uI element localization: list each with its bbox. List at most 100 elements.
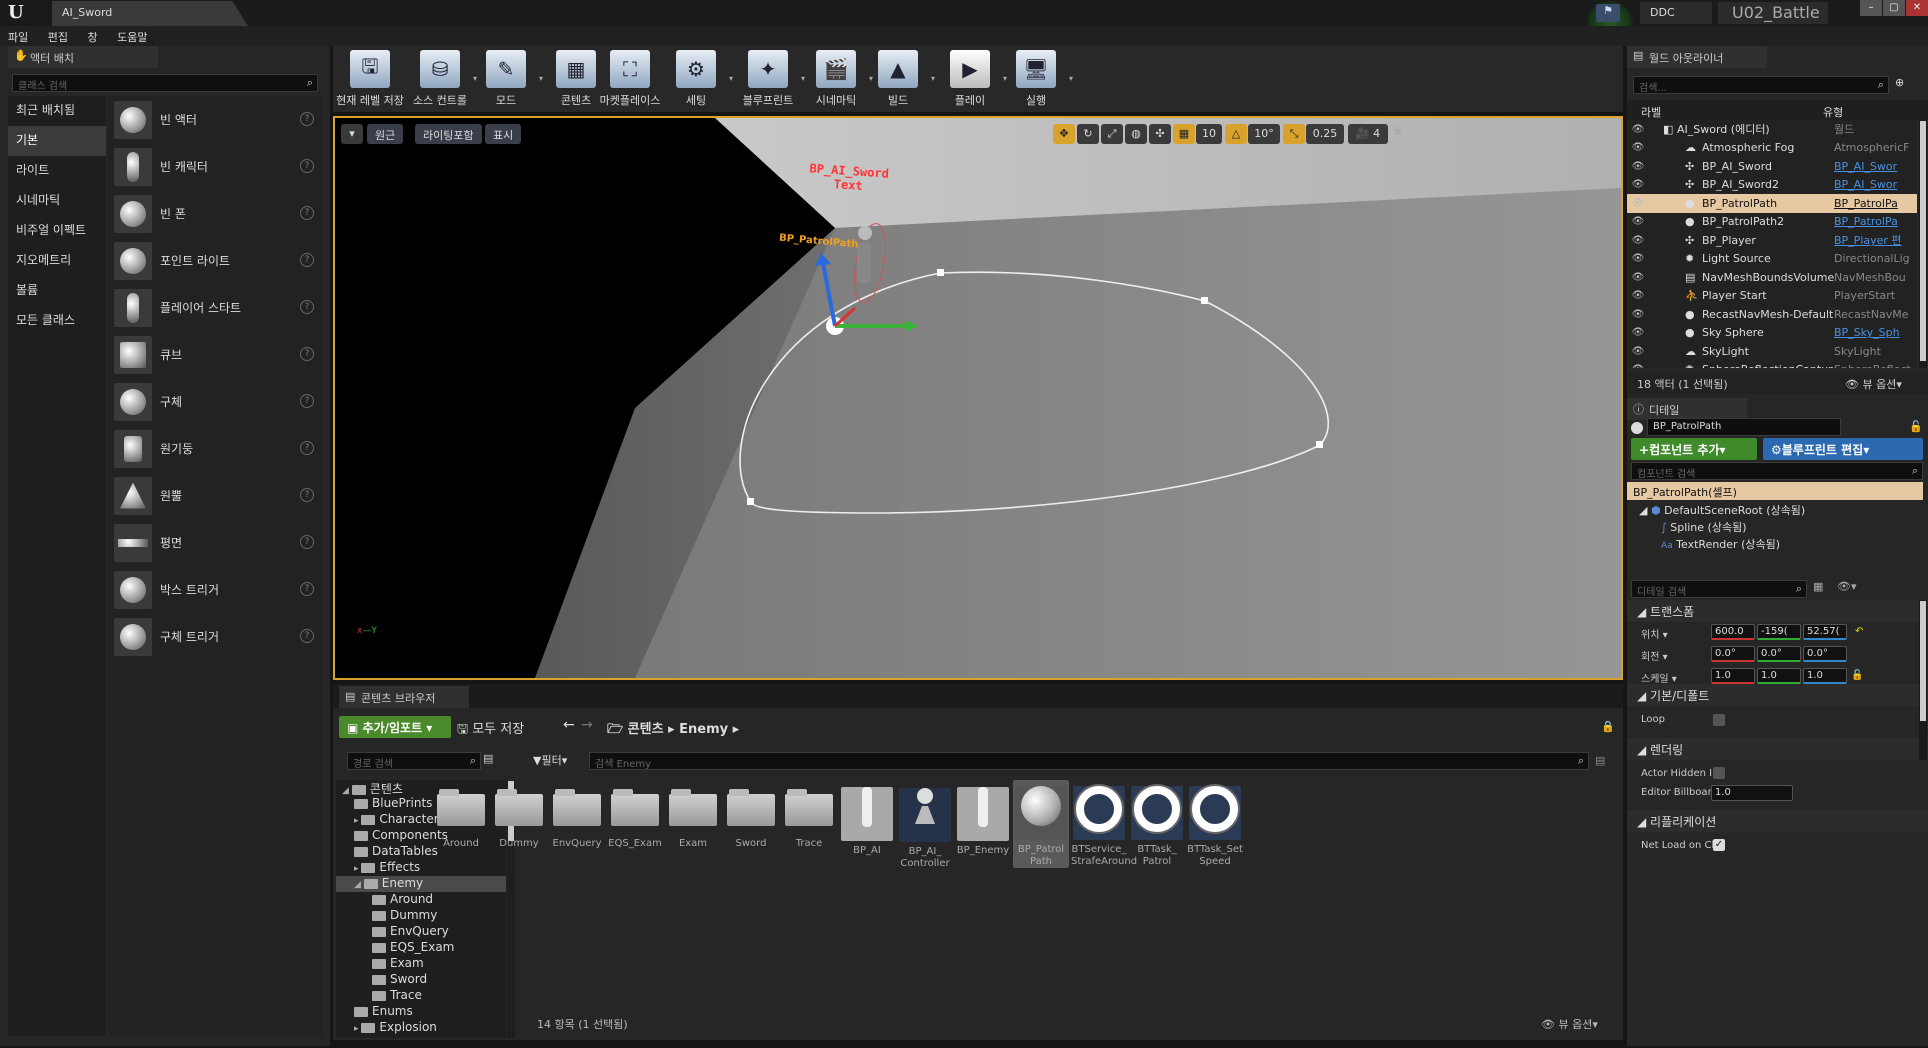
cb-view-options[interactable]: 👁 뷰 옵션▾ [1541,1016,1598,1032]
outliner-row-type[interactable]: BP_PatrolPa [1834,197,1914,210]
category-item[interactable]: 시네마틱 [8,186,106,216]
asset-tile[interactable]: BTService_ StrafeAround [1071,780,1137,868]
asset-tile[interactable]: BP_Patrol Path [1013,780,1069,868]
outliner-row[interactable]: 👁 ✣ BP_AI_Sword2 BP_AI_Swor [1627,176,1917,195]
outliner-row[interactable]: 👁 ☁ SkyLight SkyLight [1627,342,1917,361]
visibility-eye-icon[interactable]: 👁 [1629,124,1647,135]
actor-item[interactable]: 구체 트리거? [108,613,322,660]
asset-tile[interactable]: Sword [723,780,779,850]
scale-z[interactable]: 1.0 [1803,668,1847,684]
asset-tile[interactable]: Exam [665,780,721,850]
asset-tile[interactable]: BP_AI_ Controller [897,780,953,870]
outliner-row[interactable]: 👁 ◧ AI_Sword (에디터) 월드 [1627,120,1917,139]
help-icon[interactable]: ? [300,159,314,173]
content-browser-tab[interactable]: ▤ 콘텐츠 브라우저 [339,686,469,708]
outliner-scrollbar[interactable] [1919,120,1927,368]
category-item[interactable]: 볼륨 [8,276,106,306]
outliner-row-type[interactable]: BP_AI_Swor [1834,160,1914,173]
help-icon[interactable]: ? [300,300,314,314]
scale-label[interactable]: 스케일 ▾ [1641,670,1677,685]
category-item[interactable]: 비주얼 이펙트 [8,216,106,246]
translate-mode-icon[interactable]: ✥ [1053,124,1075,144]
help-icon[interactable]: ? [300,441,314,455]
scale-x[interactable]: 1.0 [1711,668,1755,684]
viewport-options-icon[interactable]: ▾ [341,124,363,144]
visibility-eye-icon[interactable]: 👁 [1629,272,1647,283]
help-icon[interactable]: ? [300,394,314,408]
close-icon[interactable]: ✕ [1906,0,1928,16]
help-icon[interactable]: ? [300,488,314,502]
actor-name-input[interactable]: BP_PatrolPath [1647,418,1841,436]
rotation-z[interactable]: 0.0° [1803,646,1847,662]
scale-mode-icon[interactable]: ⤢ [1101,124,1123,144]
scale-lock-icon[interactable]: 🔓 [1851,670,1863,681]
outliner-row-type[interactable]: BP_Sky_Sph [1834,326,1914,339]
spline-point[interactable] [747,498,754,505]
component-text-render[interactable]: Aa TextRender (상속됨) [1639,536,1805,555]
visibility-eye-icon[interactable]: 👁 [1629,198,1647,209]
loop-checkbox[interactable] [1713,714,1725,726]
asset-tile[interactable]: BP_AI [839,780,895,857]
component-search-input[interactable]: 컴포넌트 검색 ⌕ [1631,462,1923,480]
help-icon[interactable]: ? [300,112,314,126]
place-actors-tab[interactable]: ✋ 액터 배치 [8,46,158,68]
toolbar-button[interactable]: 🎬 시네마틱 ▾ [801,50,873,108]
spline-point[interactable] [937,269,944,276]
asset-tile[interactable]: EnvQuery [549,780,605,850]
actor-item[interactable]: 포인트 라이트? [108,237,322,284]
actor-item[interactable]: 플레이어 스타트? [108,284,322,331]
visibility-eye-icon[interactable]: 👁 [1629,309,1647,320]
component-default-scene-root[interactable]: ◢ ⬢ DefaultSceneRoot (상속됨) [1639,502,1805,519]
asset-tile[interactable]: BP_Enemy [955,780,1011,857]
details-scrollbar[interactable] [1919,600,1927,760]
asset-tile[interactable]: BTTask_Set Speed [1187,780,1243,868]
outliner-row[interactable]: 👁 ▤ NavMeshBoundsVolume NavMeshBou [1627,268,1917,287]
toolbar-button[interactable]: ✎ 모드 ▾ [471,50,543,108]
toolbar-button[interactable]: 🖫 현재 레벨 저장 [335,50,405,108]
outliner-row[interactable]: 👁 ☁ Atmospheric Fog AtmosphericF [1627,139,1917,158]
expand-arrow-icon[interactable]: ▸ [354,1024,361,1034]
category-item[interactable]: 최근 배치됨 [8,96,106,126]
menu-window[interactable]: 창 [80,26,106,48]
col-type[interactable]: 유형 [1823,104,1843,120]
rendering-section[interactable]: ◢ 렌더링 [1627,738,1928,760]
defaults-section[interactable]: ◢ 기본/디폴트 [1627,684,1928,706]
component-spline[interactable]: ∫ Spline (상속됨) [1639,519,1805,536]
outliner-search-input[interactable]: 검색... ⌕ [1633,76,1889,94]
help-icon[interactable]: ? [300,347,314,361]
visibility-eye-icon[interactable]: 👁 [1629,364,1647,368]
actor-item[interactable]: 박스 트리거? [108,566,322,613]
asset-tile[interactable]: Trace [781,780,837,850]
grid-snap-value[interactable]: 10 [1196,124,1222,144]
visibility-eye-icon[interactable]: 👁 [1629,290,1647,301]
rotation-label[interactable]: 회전 ▾ [1641,648,1668,663]
outliner-row[interactable]: 👁 ✣ BP_AI_Sword BP_AI_Swor [1627,157,1917,176]
net-load-checkbox[interactable]: ✓ [1713,839,1725,851]
world-local-icon[interactable]: ◍ [1125,124,1147,144]
visibility-eye-icon[interactable]: 👁 [1629,216,1647,227]
actor-item[interactable]: 큐브? [108,331,322,378]
location-y[interactable]: -159( [1757,624,1801,640]
actor-item[interactable]: 원뿔? [108,472,322,519]
toolbar-button[interactable]: ⛁ 소스 컨트롤 ▾ [405,50,477,108]
location-label[interactable]: 위치 ▾ [1641,626,1668,641]
help-icon[interactable]: ? [300,206,314,220]
outliner-row[interactable]: 👁 ✺ SphereReflectionCaptureSphereReflect [1627,361,1917,368]
location-x[interactable]: 600.0 [1711,624,1755,640]
details-lock-icon[interactable]: 🔓 [1909,420,1923,433]
outliner-row[interactable]: 👁 ✣ BP_Player BP_Player 편 [1627,231,1917,250]
outliner-row[interactable]: 👁 ⛹ Player Start PlayerStart [1627,287,1917,306]
level-tab[interactable]: AI_Sword [52,1,248,26]
help-icon[interactable]: ? [300,535,314,549]
scale-snap-value[interactable]: 0.25 [1306,124,1344,144]
world-outliner-tab[interactable]: ▤ 월드 아웃라이너 [1627,46,1767,68]
outliner-row-type[interactable]: BP_AI_Swor [1834,178,1914,191]
category-item[interactable]: 지오메트리 [8,246,106,276]
actor-item[interactable]: 구체? [108,378,322,425]
details-tab[interactable]: ⓘ 디테일 [1627,398,1747,420]
actor-hidden-checkbox[interactable] [1713,767,1725,779]
help-icon[interactable]: ? [300,253,314,267]
grid-snap-icon[interactable]: ▦ [1173,124,1195,144]
self-component-row[interactable]: BP_PatrolPath(셀프) [1627,482,1923,500]
outliner-row[interactable]: 👁 ● Sky Sphere BP_Sky_Sph [1627,324,1917,343]
